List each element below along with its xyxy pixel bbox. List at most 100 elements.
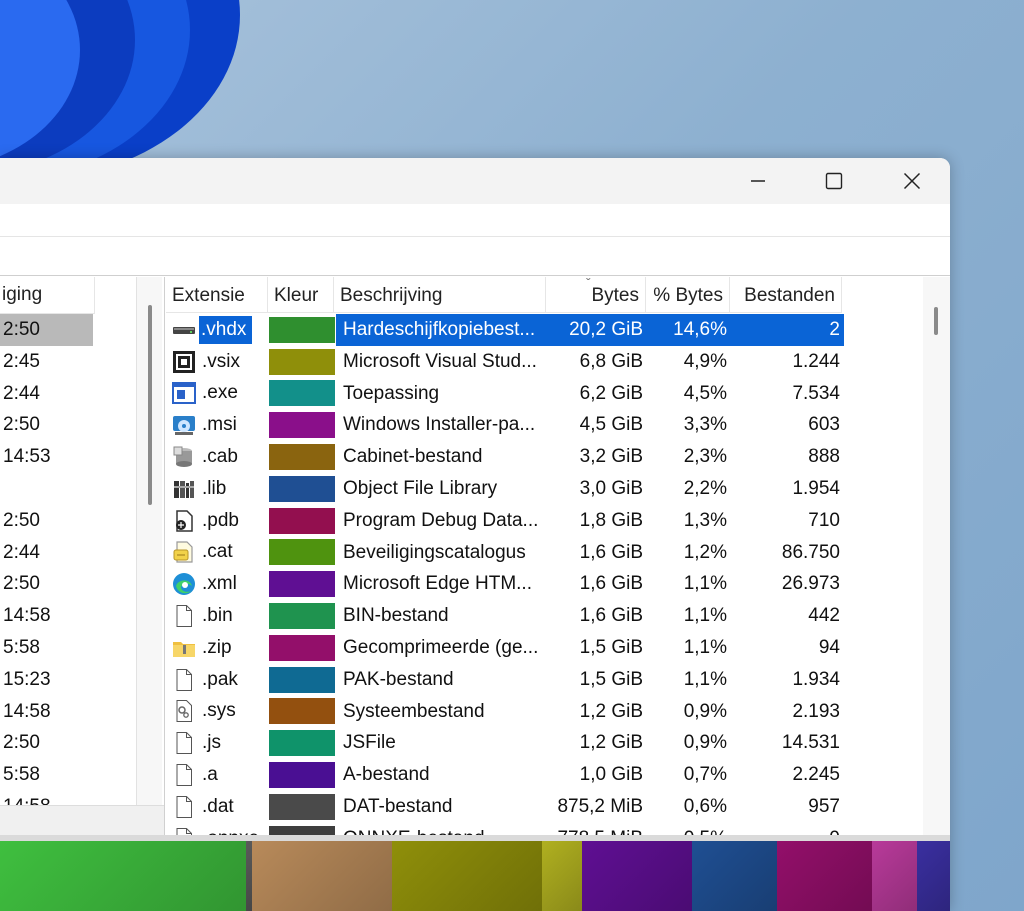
table-row[interactable]: .cab Cabinet-bestand 3,2 GiB 2,3% 888: [166, 441, 846, 473]
tree-row[interactable]: 15:23: [0, 664, 93, 696]
tree-row[interactable]: 2:50: [0, 727, 93, 759]
minimize-icon: [750, 173, 766, 189]
column-header-kleur[interactable]: Kleur: [268, 277, 334, 313]
tree-row[interactable]: 2:45: [0, 346, 93, 378]
tree-row[interactable]: 2:50: [0, 314, 93, 346]
title-bar: [0, 158, 950, 204]
zip-folder-icon: [172, 636, 196, 660]
table-row[interactable]: .vhdx Hardeschijfkopiebest... 20,2 GiB 14,6…: [166, 314, 846, 346]
column-header-bestanden[interactable]: Bestanden: [730, 277, 842, 313]
cell-extensie: .lib: [166, 473, 268, 505]
cell-pct-bytes: 4,9%: [683, 350, 727, 372]
extension-label: .cat: [202, 541, 233, 563]
cell-pct-bytes: 2,3%: [683, 446, 727, 468]
catalog-icon: [172, 540, 196, 564]
tree-row[interactable]: 2:44: [0, 378, 93, 410]
table-row[interactable]: .pdb Program Debug Data... 1,8 GiB 1,3% 710: [166, 505, 846, 537]
table-row[interactable]: .lib Object File Library 3,0 GiB 2,2% 1.954: [166, 473, 846, 505]
tree-vertical-scrollbar[interactable]: [137, 277, 162, 805]
cell-bytes: 778,5 MiB: [548, 823, 648, 835]
color-swatch: [269, 634, 335, 661]
treemap[interactable]: [0, 841, 950, 911]
cell-pct-bytes: 0,7%: [683, 764, 727, 786]
treemap-block[interactable]: [777, 841, 872, 911]
maximize-button[interactable]: [796, 158, 872, 204]
tree-row[interactable]: 5:58: [0, 759, 93, 791]
tree-row[interactable]: 14:58: [0, 696, 93, 728]
table-row[interactable]: .sys Systeembestand 1,2 GiB 0,9% 2.193: [166, 696, 846, 728]
color-swatch: [269, 412, 335, 439]
file-icon: [172, 795, 196, 819]
treemap-block[interactable]: [692, 841, 777, 911]
cell-beschrijving: Microsoft Visual Stud...: [343, 350, 537, 372]
color-swatch: [269, 571, 335, 598]
extension-label: .lib: [202, 477, 227, 499]
close-button[interactable]: [874, 158, 950, 204]
cell-bytes: 3,2 GiB: [579, 446, 643, 468]
table-row[interactable]: .vsix Microsoft Visual Stud... 6,8 GiB 4,9%…: [166, 346, 846, 378]
treemap-block[interactable]: [582, 841, 692, 911]
table-row[interactable]: .dat DAT-bestand 875,2 MiB 0,6% 957: [166, 791, 846, 823]
cell-bytes: 20,2 GiB: [548, 314, 648, 346]
color-swatch: [269, 603, 335, 630]
table-row[interactable]: .js JSFile 1,2 GiB 0,9% 14.531: [166, 727, 846, 759]
treemap-block[interactable]: [917, 841, 950, 911]
table-row[interactable]: .exe Toepassing 6,2 GiB 4,5% 7.534: [166, 378, 846, 410]
treemap-block[interactable]: [0, 841, 246, 911]
color-swatch: [269, 507, 335, 534]
color-swatch: [269, 380, 335, 407]
tree-row[interactable]: 2:50: [0, 568, 93, 600]
cabinet-icon: [172, 445, 196, 469]
tree-row[interactable]: 14:58: [0, 600, 93, 632]
cell-beschrijving: Object File Library: [343, 477, 498, 499]
file-icon: [172, 668, 196, 692]
table-row[interactable]: .pak PAK-bestand 1,5 GiB 1,1% 1.934: [166, 664, 846, 696]
tree-row[interactable]: 2:50: [0, 505, 93, 537]
color-swatch: [269, 825, 335, 835]
tree-row[interactable]: 14:53: [0, 441, 93, 473]
color-swatch: [269, 698, 335, 725]
table-row[interactable]: .a A-bestand 1,0 GiB 0,7% 2.245: [166, 759, 846, 791]
cell-bestanden: 1.244: [792, 350, 840, 372]
column-header-extensie[interactable]: Extensie: [166, 277, 268, 313]
color-swatch: [269, 666, 335, 693]
tree-horizontal-scrollbar[interactable]: [0, 805, 164, 835]
cell-extensie: .cab: [166, 441, 268, 473]
list-vertical-scrollbar[interactable]: [923, 277, 950, 835]
table-row[interactable]: .xml Microsoft Edge HTM... 1,6 GiB 1,1% 26.9…: [166, 568, 846, 600]
treemap-block[interactable]: [542, 841, 582, 911]
table-row[interactable]: .onnxe ONNXE-bestand778,5 MiB0,5%9: [166, 823, 846, 835]
cell-pct-bytes: 3,3%: [683, 414, 727, 436]
tree-scroll-thumb[interactable]: [148, 305, 152, 505]
tree-row[interactable]: 14:58: [0, 791, 93, 805]
column-header-pct-bytes[interactable]: % Bytes: [646, 277, 730, 313]
cell-pct-bytes: 1,2%: [683, 541, 727, 563]
table-row[interactable]: .zip Gecomprimeerde (ge... 1,5 GiB 1,1% 94: [166, 632, 846, 664]
extension-label: .zip: [202, 636, 232, 658]
tree-column-header[interactable]: iging: [0, 277, 95, 314]
treemap-block[interactable]: [252, 841, 392, 911]
tree-row[interactable]: 2:50: [0, 409, 93, 441]
cell-bytes: 875,2 MiB: [557, 795, 643, 817]
column-header-bytes[interactable]: ˇ Bytes: [546, 277, 646, 313]
treemap-block[interactable]: [872, 841, 917, 911]
extension-label: .cab: [202, 446, 238, 468]
tree-row[interactable]: [0, 473, 93, 505]
treemap-block[interactable]: [392, 841, 542, 911]
minimize-button[interactable]: [720, 158, 796, 204]
close-icon: [903, 172, 921, 190]
cell-bytes: 1,5 GiB: [579, 668, 643, 690]
tree-row[interactable]: 2:44: [0, 537, 93, 569]
tree-row[interactable]: 5:58: [0, 632, 93, 664]
table-row[interactable]: .msi Windows Installer-pa... 4,5 GiB 3,3% 60…: [166, 409, 846, 441]
cell-bytes: 1,2 GiB: [579, 700, 643, 722]
list-scroll-thumb[interactable]: [934, 307, 938, 335]
table-row[interactable]: .bin BIN-bestand 1,6 GiB 1,1% 442: [166, 600, 846, 632]
table-row[interactable]: .cat Beveiligingscatalogus 1,6 GiB 1,2% 86.7…: [166, 537, 846, 569]
extension-label: .vsix: [202, 350, 240, 372]
cell-bestanden: 2.245: [792, 764, 840, 786]
column-header-beschrijving[interactable]: Beschrijving: [334, 277, 546, 313]
cell-pct-bytes: 0,9%: [683, 700, 727, 722]
cell-beschrijving: A-bestand: [343, 764, 430, 786]
cell-extensie: .bin: [166, 600, 268, 632]
